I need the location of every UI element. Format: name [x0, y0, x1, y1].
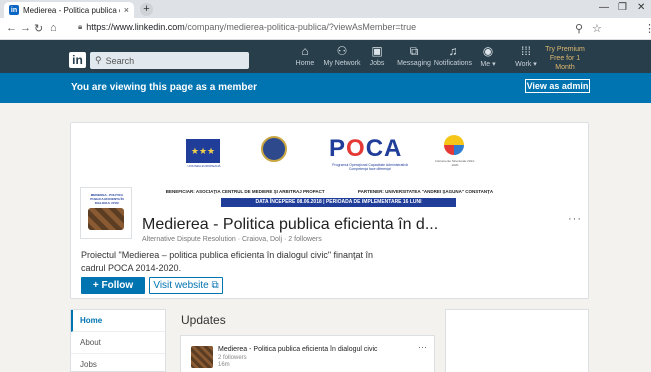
search-placeholder: Search — [105, 55, 135, 66]
poca-logo: POCA — [329, 135, 403, 162]
tab-title: Medierea - Politica publica eficie — [23, 5, 120, 15]
sidebar-item-home[interactable]: Home — [71, 310, 165, 332]
minimize-icon[interactable]: — — [599, 2, 609, 13]
puzzle-icon — [88, 208, 124, 230]
update-post-card: Medierea - Politica publica eficienta în… — [180, 335, 435, 372]
search-input[interactable]: ⚲ Search — [90, 52, 249, 69]
post-time: 16m — [218, 362, 230, 368]
visit-website-button[interactable]: Visit website ⧉ — [149, 277, 223, 294]
home-browser-icon[interactable]: ⌂ — [50, 22, 57, 34]
zoom-search-icon[interactable]: ⚲ — [575, 22, 583, 35]
sidebar-item-jobs[interactable]: Jobs — [71, 354, 165, 372]
structural-instruments-icon — [444, 135, 464, 155]
tab-close-icon[interactable]: × — [124, 5, 129, 15]
linkedin-logo-icon[interactable]: in — [69, 52, 86, 68]
post-more-icon[interactable]: ··· — [418, 342, 427, 352]
company-meta: Alternative Dispute Resolution · Craiova… — [142, 236, 322, 243]
post-author-meta: 2 followers 16m — [218, 355, 247, 369]
eu-flag-icon: ★★★ — [186, 139, 220, 163]
follow-button[interactable]: + Follow — [81, 277, 145, 294]
right-panel — [445, 309, 589, 372]
view-as-admin-button[interactable]: View as admin — [525, 79, 590, 93]
lock-icon: 🔒︎ — [78, 22, 83, 31]
premium-line-1: Try Premium — [545, 46, 585, 53]
member-view-text: You are viewing this page as a member — [71, 82, 257, 93]
try-premium-link[interactable]: Try Premium Free for 1 Month — [540, 45, 590, 72]
premium-line-2: Free for 1 — [549, 55, 581, 62]
company-logo: MEDIEREA - POLITICA PUBLICA EFICIENTA ÎN… — [80, 187, 132, 239]
premium-line-3: Month — [555, 64, 575, 71]
poca-subtitle: Programul Operaţional Capacitate Adminis… — [332, 163, 408, 171]
post-followers: 2 followers — [218, 355, 247, 361]
beneficiary-line: BENEFICIAR: ASOCIAŢIA CENTRUL DE MEDIERE… — [71, 189, 588, 194]
reload-icon[interactable]: ↻ — [34, 22, 43, 35]
url-host: https://www.linkedin.com — [86, 22, 185, 32]
forward-arrow-icon[interactable]: → — [20, 22, 31, 34]
partner-text: PARTENER: UNIVERSITATEA "ANDREI ŞAGUNA" … — [357, 189, 494, 194]
company-name: Medierea - Politica publica eficienta în… — [142, 216, 439, 233]
url-field[interactable]: 🔒︎ https://www.linkedin.com/company/medi… — [78, 22, 416, 32]
company-logo-text: MEDIEREA - POLITICA PUBLICA EFICIENTA ÎN… — [90, 193, 124, 205]
beneficiary-text: BENEFICIAR: ASOCIAŢIA CENTRUL DE MEDIERE… — [165, 189, 325, 194]
romania-crest-icon — [261, 136, 287, 162]
search-icon: ⚲ — [95, 55, 102, 65]
eu-caption: UNIUNEA EUROPEANĂ — [187, 164, 221, 168]
company-tabs-sidebar: Home About Jobs — [70, 309, 166, 372]
linkedin-favicon-icon: in — [9, 5, 19, 15]
company-card: ★★★ UNIUNEA EUROPEANĂ POCA Programul Ope… — [70, 122, 589, 299]
bookmark-star-icon[interactable]: ☆ — [592, 22, 602, 35]
updates-heading: Updates — [181, 313, 226, 327]
browser-menu-icon[interactable]: ⋮ — [644, 22, 651, 35]
new-tab-button[interactable]: + — [140, 3, 153, 16]
back-arrow-icon[interactable]: ← — [6, 22, 17, 34]
project-dates: DATA ÎNCEPERE 08.06.2018 | PERIOADA DE I… — [221, 198, 456, 207]
url-path: /company/medierea-politica-publica/?view… — [184, 22, 417, 32]
company-description: Proiectul "Medierea – politica publica e… — [81, 250, 374, 273]
browser-tab[interactable]: in Medierea - Politica publica eficie × — [4, 2, 134, 18]
maximize-icon[interactable]: ❐ — [618, 2, 627, 13]
cover-banner: ★★★ UNIUNEA EUROPEANĂ POCA Programul Ope… — [71, 123, 588, 213]
window-close-icon[interactable]: ✕ — [637, 2, 645, 13]
post-author-avatar[interactable] — [191, 346, 213, 368]
sidebar-item-about[interactable]: About — [71, 332, 165, 354]
structural-instruments-caption: Instrumente Structurale 2014-2020 — [435, 159, 475, 167]
post-author-name[interactable]: Medierea - Politica publica eficienta în… — [218, 346, 378, 353]
more-options-icon[interactable]: ··· — [568, 213, 582, 225]
